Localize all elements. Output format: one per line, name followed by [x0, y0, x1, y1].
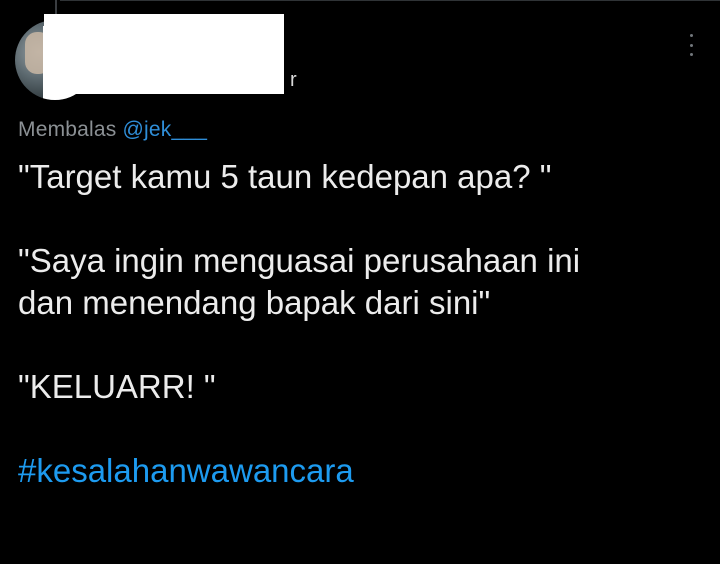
- author-name[interactable]: r: [290, 70, 297, 90]
- reply-prefix: Membalas: [18, 118, 117, 141]
- author-name-redaction: [44, 14, 284, 94]
- top-divider: [60, 0, 720, 1]
- tweet-text: "Target kamu 5 taun kedepan apa? " "Saya…: [18, 156, 708, 492]
- hashtag-link[interactable]: #kesalahanwawancara: [18, 450, 708, 492]
- tweet-line: dan menendang bapak dari sini": [18, 284, 491, 321]
- tweet-line: "Target kamu 5 taun kedepan apa? ": [18, 158, 552, 195]
- reply-context: Membalas @jek___: [18, 118, 207, 142]
- tweet-line: "KELUARR! ": [18, 368, 216, 405]
- tweet-line: "Saya ingin menguasai perusahaan ini: [18, 242, 581, 279]
- more-vertical-icon[interactable]: [684, 34, 698, 56]
- reply-handle-link[interactable]: @jek___: [123, 118, 208, 141]
